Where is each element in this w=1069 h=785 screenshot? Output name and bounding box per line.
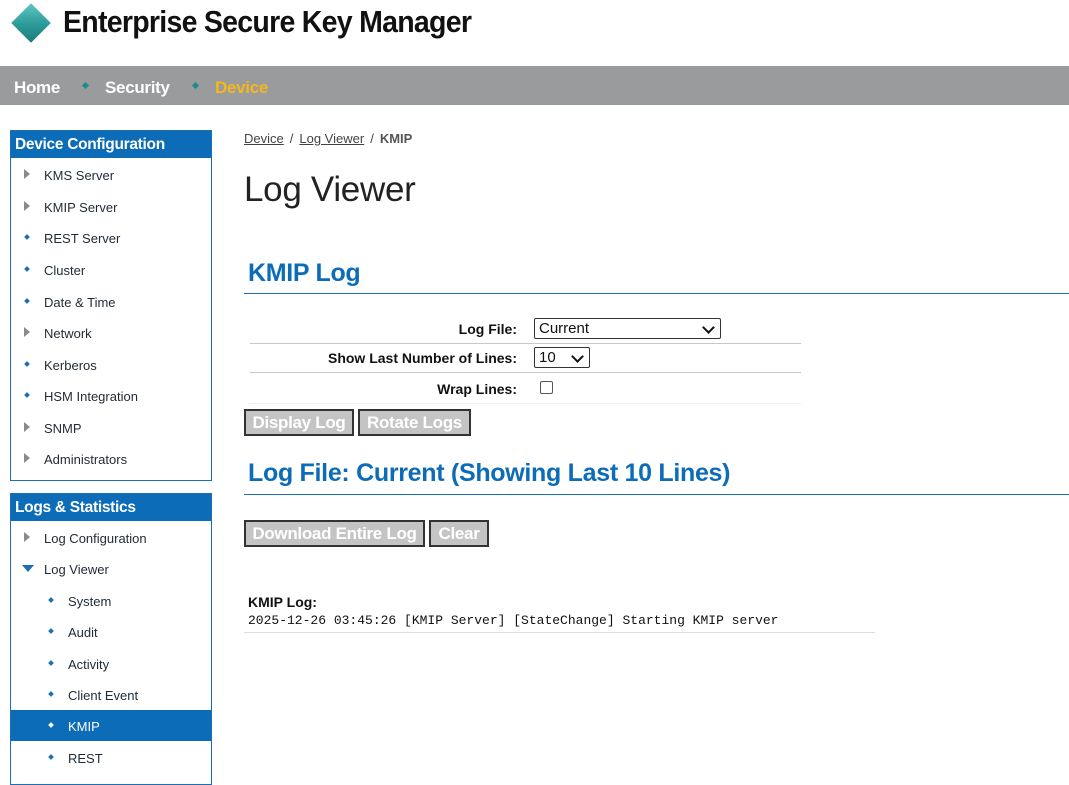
expand-arrow-icon: [24, 169, 30, 179]
download-log-button[interactable]: Download Entire Log: [244, 520, 425, 547]
sidebar-item-activity[interactable]: Activity: [11, 648, 211, 679]
nav-device[interactable]: Device: [215, 78, 268, 98]
rotate-logs-button[interactable]: Rotate Logs: [358, 409, 471, 436]
sidebar-item-log-configuration[interactable]: Log Configuration: [11, 522, 211, 553]
bullet-icon: [48, 754, 54, 760]
sidebar-item-client-event[interactable]: Client Event: [11, 679, 211, 710]
expand-arrow-icon: [24, 201, 30, 211]
sidebar-item-hsm-integration[interactable]: HSM Integration: [11, 380, 211, 411]
sidebar-item-label: KMIP: [68, 719, 100, 734]
sidebar-item-label: KMIP Server: [44, 200, 118, 215]
log-file-select-value: Current: [539, 320, 590, 337]
bullet-icon: [48, 691, 54, 697]
sidebar-item-network[interactable]: Network: [11, 317, 211, 348]
form-row-wrap: Wrap Lines:: [250, 372, 801, 404]
log-section-heading: Log File: Current (Showing Last 10 Lines…: [244, 459, 1069, 495]
sidebar-item-administrators[interactable]: Administrators: [11, 443, 211, 474]
sidebar-item-label: Client Event: [68, 688, 139, 703]
logs-stats-panel: Logs & Statistics Log Configuration Log …: [10, 493, 212, 785]
sidebar-item-label: System: [68, 594, 112, 609]
expand-arrow-icon: [24, 422, 30, 432]
sidebar-item-kmip-server[interactable]: KMIP Server: [11, 191, 211, 222]
sidebar-item-rest-server[interactable]: REST Server: [11, 222, 211, 253]
diamond-logo-icon: [11, 3, 51, 43]
bullet-icon: [24, 266, 30, 272]
breadcrumb-current: KMIP: [379, 131, 413, 146]
log-title: KMIP Log:: [248, 594, 317, 610]
sidebar-item-label: Log Configuration: [44, 531, 147, 546]
sidebar-item-log-viewer[interactable]: Log Viewer: [11, 553, 211, 584]
bullet-icon: [48, 597, 54, 603]
bullet-icon: [24, 392, 30, 398]
expand-arrow-icon: [24, 327, 30, 337]
nav-security[interactable]: Security: [105, 78, 170, 98]
breadcrumb-log-viewer-link[interactable]: Log Viewer: [299, 131, 364, 146]
log-file-label: Log File:: [458, 321, 517, 337]
lines-select-value: 10: [539, 349, 556, 366]
form-row-lines: Show Last Number of Lines:: [250, 343, 801, 373]
wrap-lines-label: Wrap Lines:: [437, 381, 517, 397]
sidebar-item-label: HSM Integration: [44, 389, 138, 404]
sidebar-item-kerberos[interactable]: Kerberos: [11, 349, 211, 380]
lines-select[interactable]: 10: [534, 347, 590, 368]
sidebar-item-label: Date & Time: [44, 295, 116, 310]
sidebar-item-label: Kerberos: [44, 358, 97, 373]
breadcrumb-separator: /: [370, 131, 374, 146]
clear-button[interactable]: Clear: [429, 520, 489, 547]
log-line: 2025-12-26 03:45:26 [KMIP Server] [State…: [248, 613, 779, 628]
chevron-down-icon: [702, 321, 715, 334]
log-file-select[interactable]: Current: [534, 318, 721, 339]
expand-arrow-icon: [24, 453, 30, 463]
sidebar-item-rest[interactable]: REST: [11, 742, 211, 773]
display-log-button[interactable]: Display Log: [244, 409, 354, 436]
panel-title: Device Configuration: [11, 131, 211, 158]
sidebar-item-label: Log Viewer: [44, 562, 109, 577]
app-header: Enterprise Secure Key Manager: [0, 0, 1069, 66]
sidebar-item-label: Cluster: [44, 263, 86, 278]
sidebar-item-snmp[interactable]: SNMP: [11, 412, 211, 443]
panel-title: Logs & Statistics: [11, 494, 211, 521]
sidebar-item-label: KMS Server: [44, 168, 115, 183]
log-divider: [244, 632, 875, 633]
nav-home[interactable]: Home: [14, 78, 60, 98]
sidebar-item-system[interactable]: System: [11, 585, 211, 616]
bullet-icon: [48, 660, 54, 666]
section-heading: KMIP Log: [244, 259, 1069, 294]
sidebar-item-audit[interactable]: Audit: [11, 616, 211, 647]
sidebar-item-date-time[interactable]: Date & Time: [11, 286, 211, 317]
breadcrumb-separator: /: [289, 131, 294, 146]
expand-arrow-icon: [24, 532, 30, 542]
app-title: Enterprise Secure Key Manager: [63, 4, 472, 39]
page-title: Log Viewer: [244, 170, 416, 209]
sidebar-item-kmip[interactable]: KMIP: [11, 710, 211, 741]
bullet-icon: [24, 298, 30, 304]
lines-label: Show Last Number of Lines:: [327, 350, 517, 366]
collapse-arrow-icon: [22, 565, 34, 572]
sidebar-item-label: REST Server: [44, 231, 121, 246]
sidebar-item-label: Activity: [68, 657, 110, 672]
bullet-icon: [48, 628, 54, 634]
wrap-lines-checkbox[interactable]: [540, 381, 553, 394]
sidebar-item-kms-server[interactable]: KMS Server: [11, 159, 211, 190]
bullet-icon: [24, 361, 30, 367]
bullet-icon: [24, 234, 30, 240]
sidebar-item-cluster[interactable]: Cluster: [11, 254, 211, 285]
breadcrumb: Device / Log Viewer / KMIP: [244, 131, 412, 146]
bullet-icon: [48, 722, 54, 728]
device-config-panel: Device Configuration KMS Server KMIP Ser…: [10, 130, 212, 481]
chevron-down-icon: [571, 350, 584, 363]
sidebar-item-label: SNMP: [44, 421, 82, 436]
sidebar-item-label: Audit: [68, 625, 98, 640]
sidebar-item-label: REST: [68, 751, 103, 766]
breadcrumb-device-link[interactable]: Device: [244, 131, 284, 146]
sidebar-item-label: Administrators: [44, 452, 128, 467]
sidebar-item-label: Network: [44, 326, 92, 341]
